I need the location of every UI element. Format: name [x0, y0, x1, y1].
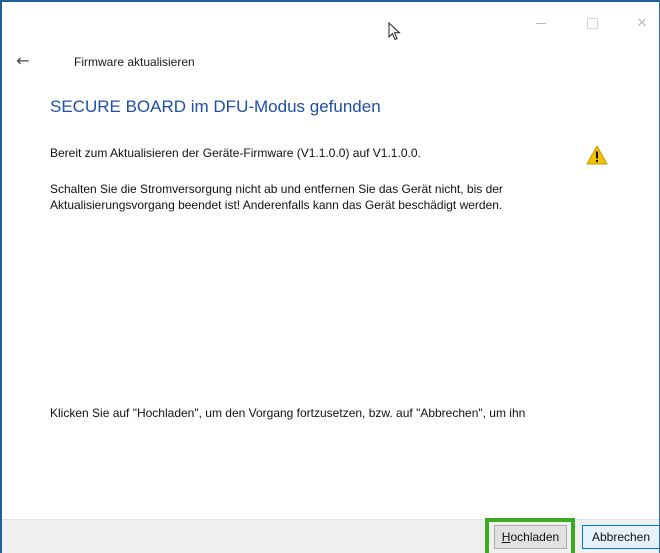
upload-button-accesskey: H	[501, 530, 511, 544]
main-heading: SECURE BOARD im DFU-Modus gefunden	[50, 97, 381, 116]
close-icon: ✕	[636, 15, 648, 31]
maximize-button[interactable]	[578, 11, 606, 35]
minimize-icon	[536, 22, 546, 24]
warning-icon	[586, 145, 608, 165]
warning-text: Schalten Sie die Stromversorgung nicht a…	[50, 182, 503, 212]
title-bar[interactable]: ✕	[2, 2, 659, 46]
ready-text: Bereit zum Aktualisieren der Geräte-Firm…	[50, 146, 421, 160]
page-title: Firmware aktualisieren	[74, 55, 195, 69]
close-button[interactable]: ✕	[628, 11, 656, 35]
minimize-button[interactable]	[527, 11, 555, 35]
upload-button-label: ochladen	[510, 530, 560, 544]
mouse-cursor-icon	[388, 22, 401, 41]
firmware-update-window: ✕ ← Firmware aktualisieren SECURE BOARD …	[0, 0, 660, 553]
instruction-text: Klicken Sie auf "Hochladen", um den Vorg…	[50, 406, 526, 420]
upload-button[interactable]: Hochladen	[494, 525, 567, 549]
cancel-button-label: Abbrechen	[591, 530, 651, 544]
maximize-icon	[586, 17, 598, 29]
nav-row: ← Firmware aktualisieren	[2, 50, 659, 78]
back-arrow-icon[interactable]: ←	[12, 51, 34, 73]
cancel-button[interactable]: Abbrechen	[582, 525, 659, 549]
